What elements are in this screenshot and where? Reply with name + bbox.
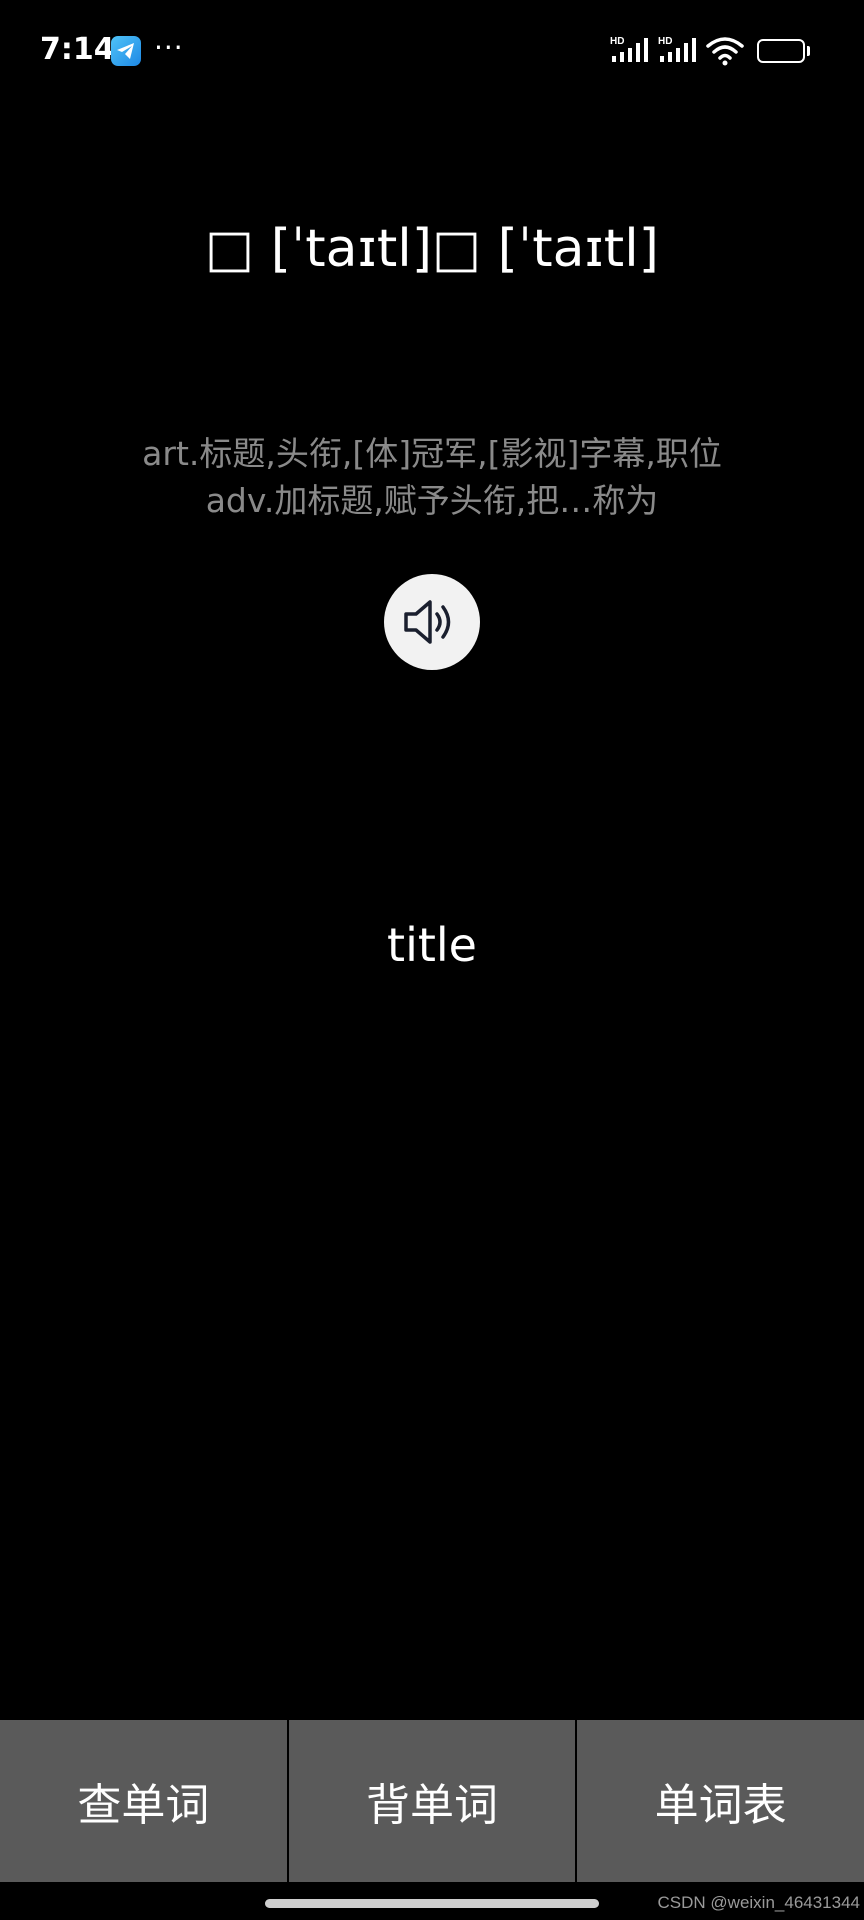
- battery-icon: 46: [757, 39, 805, 63]
- wifi-icon: [706, 36, 744, 70]
- signal-hd-icon: HD: [610, 34, 654, 70]
- play-pronunciation-button[interactable]: [384, 574, 480, 670]
- signal-hd-label: HD: [658, 36, 672, 47]
- bottom-nav: 查单词 背单词 单词表: [0, 1720, 864, 1882]
- more-dots-icon: ···: [154, 31, 184, 64]
- word-text: title: [387, 918, 477, 972]
- speaker-icon: [404, 600, 451, 644]
- nav-search-word-button[interactable]: 查单词: [0, 1720, 287, 1882]
- status-bar: 7:14 ··· HD HD 46: [0, 0, 864, 100]
- definition-text: art.标题,头衔,[体]冠军,[影视]字幕,职位adv.加标题,赋予头衔,把……: [142, 434, 722, 520]
- signal-hd-label: HD: [610, 36, 624, 47]
- signal-hd-icon: HD: [658, 34, 702, 70]
- nav-memorize-word-button[interactable]: 背单词: [288, 1720, 576, 1882]
- phonetic-text: □ [ˈtaɪtl]□ [ˈtaɪtl]: [205, 219, 659, 279]
- battery-tip: [807, 46, 810, 56]
- home-indicator[interactable]: [265, 1899, 599, 1908]
- nav-word-list-button[interactable]: 单词表: [577, 1720, 864, 1882]
- battery-level: 46: [769, 41, 793, 60]
- telegram-icon: [111, 36, 141, 66]
- status-time: 7:14: [40, 32, 115, 67]
- watermark: CSDN @weixin_46431344: [657, 1893, 860, 1912]
